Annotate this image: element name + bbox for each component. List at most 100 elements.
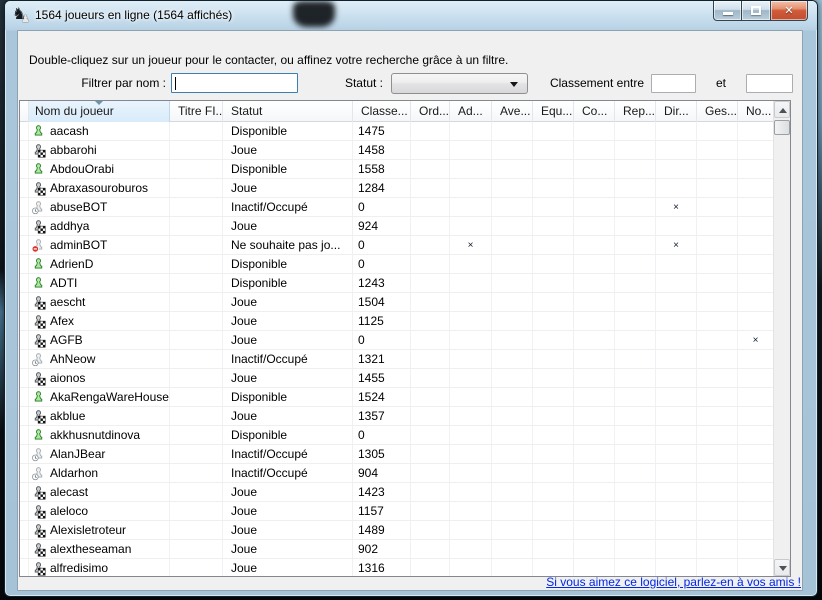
player-ad-cell [450, 559, 492, 576]
table-row[interactable]: akkhusnutdinovaDisponible0 [20, 426, 773, 445]
table-row[interactable]: addhyaJoue924 [20, 217, 773, 236]
scrollbar-thumb[interactable] [774, 120, 790, 135]
table-row[interactable]: akblueJoue1357 [20, 407, 773, 426]
player-ges-cell [697, 293, 738, 311]
player-status-cell: Joue [223, 331, 353, 349]
column-header-name[interactable]: Nom du joueur [29, 101, 170, 122]
table-row[interactable]: abuseBOTInactif/Occupé0× [20, 198, 773, 217]
ranking-max-input[interactable] [746, 74, 793, 93]
table-row[interactable]: AfexJoue1125 [20, 312, 773, 331]
player-rep-cell [615, 293, 656, 311]
minimize-button[interactable] [713, 1, 742, 21]
player-co-cell [574, 293, 615, 311]
titlebar[interactable]: ♞ ♟ 1564 joueurs en ligne (1564 affichés… [5, 1, 817, 30]
player-co-cell [574, 483, 615, 501]
column-header-dir[interactable]: Dir... [656, 101, 697, 122]
player-equ-cell [533, 293, 574, 311]
table-row[interactable]: AdrienDDisponible0 [20, 255, 773, 274]
table-row[interactable]: AGFBJoue0× [20, 331, 773, 350]
player-ges-cell [697, 521, 738, 539]
player-no-cell [738, 179, 773, 197]
player-title-cell [170, 521, 223, 539]
status-dropdown[interactable] [391, 73, 528, 94]
player-title-cell [170, 426, 223, 444]
table-row[interactable]: AkaRengaWareHouseDisponible1524 [20, 388, 773, 407]
share-link[interactable]: Si vous aimez ce logiciel, parlez-en à v… [546, 575, 801, 589]
arrow-up-icon [779, 108, 787, 113]
status-playing-icon [31, 485, 46, 500]
player-status-cell: Inactif/Occupé [223, 198, 353, 216]
player-title-cell [170, 236, 223, 254]
player-no-cell [738, 521, 773, 539]
table-row[interactable]: ADTIDisponible1243 [20, 274, 773, 293]
table-row[interactable]: AbdouOrabiDisponible1558 [20, 160, 773, 179]
player-dir-cell [656, 217, 697, 235]
maximize-button[interactable] [742, 1, 770, 21]
table-row[interactable]: adminBOTNe souhaite pas jo...0×× [20, 236, 773, 255]
status-idle-icon [31, 352, 46, 367]
row-gutter [20, 331, 29, 349]
status-playing-icon [31, 295, 46, 310]
ranking-min-input[interactable] [651, 74, 696, 93]
table-row[interactable]: alextheseamanJoue902 [20, 540, 773, 559]
player-ges-cell [697, 369, 738, 387]
table-row[interactable]: AlanJBearInactif/Occupé1305 [20, 445, 773, 464]
column-header-ges[interactable]: Ges... [697, 101, 738, 122]
player-status-cell: Disponible [223, 255, 353, 273]
player-name: alfredisimo [50, 561, 108, 575]
row-gutter [20, 141, 29, 159]
table-row[interactable]: aeschtJoue1504 [20, 293, 773, 312]
scroll-up-button[interactable] [774, 101, 790, 118]
player-rating-cell: 904 [353, 464, 411, 482]
vertical-scrollbar[interactable] [773, 101, 790, 576]
player-equ-cell [533, 350, 574, 368]
column-header-ord[interactable]: Ord... [411, 101, 450, 122]
column-header-classement[interactable]: Classe... [353, 101, 411, 122]
table-row[interactable]: alecastJoue1423 [20, 483, 773, 502]
table-row[interactable]: aacashDisponible1475 [20, 122, 773, 141]
table-row[interactable]: alelocoJoue1157 [20, 502, 773, 521]
row-gutter [20, 179, 29, 197]
column-header-statut[interactable]: Statut [223, 101, 353, 122]
column-header-ave[interactable]: Ave... [492, 101, 533, 122]
player-no-cell [738, 407, 773, 425]
column-header-equ[interactable]: Equ... [533, 101, 574, 122]
table-row[interactable]: alfredisimoJoue1316 [20, 559, 773, 576]
table-row[interactable]: AhNeowInactif/Occupé1321 [20, 350, 773, 369]
player-name: akblue [50, 409, 85, 423]
player-name: Aldarhon [50, 466, 98, 480]
player-name-cell: ADTI [29, 274, 170, 292]
table-row[interactable]: AlexisletroteurJoue1489 [20, 521, 773, 540]
player-dir-cell [656, 521, 697, 539]
player-ave-cell [492, 464, 533, 482]
filter-name-input[interactable] [171, 73, 298, 93]
player-ad-cell [450, 312, 492, 330]
text-caret [175, 77, 176, 90]
table-row[interactable]: AldarhonInactif/Occupé904 [20, 464, 773, 483]
column-header-ad[interactable]: Ad... [450, 101, 492, 122]
column-header-rep[interactable]: Rep... [615, 101, 656, 122]
close-button[interactable]: ✕ [770, 1, 808, 21]
player-status-cell: Joue [223, 141, 353, 159]
player-ave-cell [492, 521, 533, 539]
column-header-titre[interactable]: Titre FI... [170, 101, 223, 122]
player-co-cell [574, 521, 615, 539]
player-equ-cell [533, 331, 574, 349]
status-dnd-icon [31, 238, 46, 253]
column-header-no[interactable]: No... [738, 101, 773, 122]
player-ave-cell [492, 122, 533, 140]
player-ad-cell [450, 502, 492, 520]
window-controls: ✕ [713, 1, 808, 21]
table-header-row: Nom du joueurTitre FI...StatutClasse...O… [20, 101, 773, 122]
player-ave-cell [492, 559, 533, 576]
scroll-down-button[interactable] [774, 559, 790, 576]
column-header-co[interactable]: Co... [574, 101, 615, 122]
player-ave-cell [492, 198, 533, 216]
table-row[interactable]: abbarohiJoue1458 [20, 141, 773, 160]
column-header-gutter[interactable] [20, 101, 29, 122]
player-name: AGFB [50, 333, 83, 347]
table-row[interactable]: AbraxasouroburosJoue1284 [20, 179, 773, 198]
player-rep-cell [615, 312, 656, 330]
table-row[interactable]: aionosJoue1455 [20, 369, 773, 388]
player-ord-cell [411, 464, 450, 482]
